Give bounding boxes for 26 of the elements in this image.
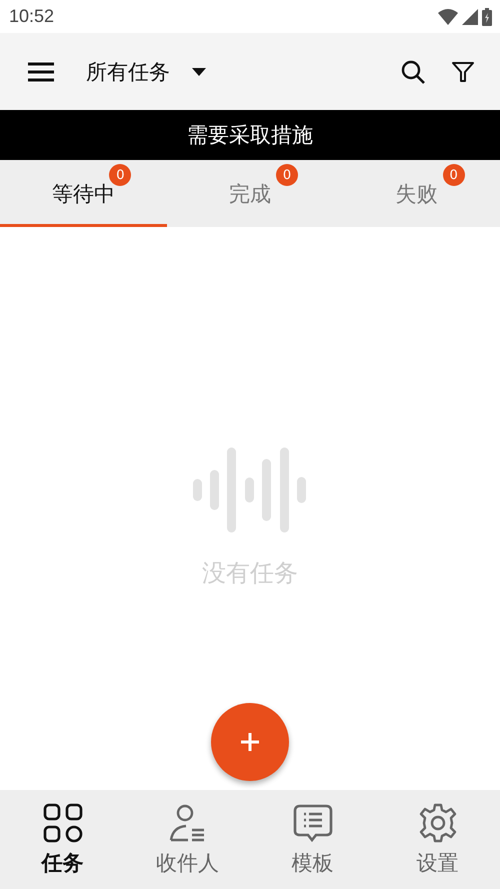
count-badge: 0 (276, 164, 298, 186)
sound-wave-icon (193, 447, 307, 533)
signal-icon (462, 8, 478, 24)
battery-icon (482, 8, 492, 26)
settings-icon (418, 802, 458, 842)
caret-icon (192, 68, 206, 76)
plus-icon (239, 731, 261, 753)
nav-item[interactable]: 设置 (375, 790, 500, 889)
search-icon (400, 58, 426, 84)
nav-item[interactable]: 模板 (250, 790, 375, 889)
add-button[interactable] (211, 703, 289, 781)
nav-item[interactable]: 收件人 (125, 790, 250, 889)
tab[interactable]: 失败 0 (333, 160, 500, 227)
filter-icon (451, 60, 475, 84)
status-time: 10:52 (9, 6, 54, 27)
action-banner: 需要采取措施 (0, 110, 500, 160)
message-list-icon (292, 802, 332, 842)
count-badge: 0 (442, 164, 465, 186)
tab[interactable]: 等待中 0 (0, 160, 167, 227)
grid-icon (42, 802, 82, 842)
wifi-icon (438, 8, 458, 24)
task-filter-dropdown[interactable]: 所有任务 (86, 58, 206, 86)
nav-item[interactable]: 任务 (0, 790, 125, 889)
count-badge: 0 (109, 164, 132, 186)
tab[interactable]: 完成 0 (166, 160, 334, 227)
menu-icon (27, 62, 55, 82)
